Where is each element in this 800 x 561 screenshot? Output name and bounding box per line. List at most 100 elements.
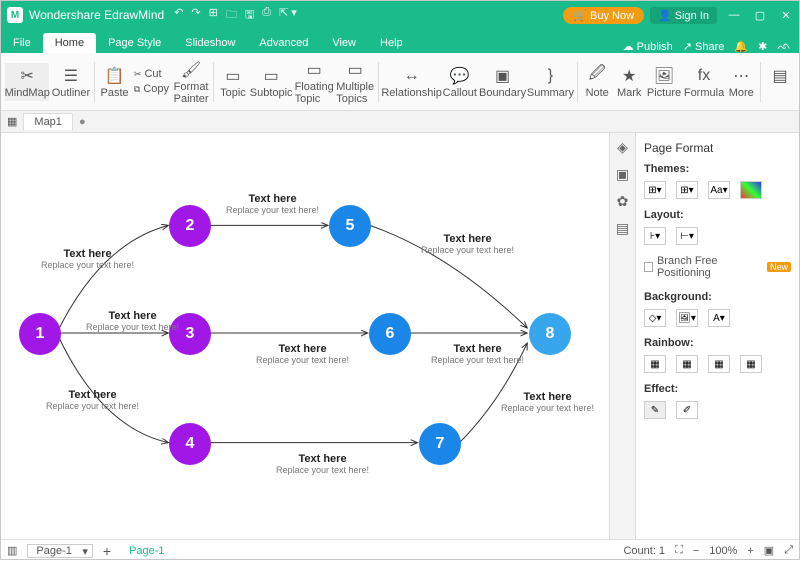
panel-tab-page-icon[interactable]: ▤ <box>616 220 629 237</box>
effect-chip[interactable]: ✐ <box>676 401 698 419</box>
more-button[interactable]: ⋯More <box>726 63 756 101</box>
layout-chip[interactable]: ⊢▾ <box>676 227 698 245</box>
node-7[interactable]: 7 <box>419 423 461 465</box>
save-icon[interactable]: 🖫 <box>245 6 254 25</box>
app-logo: M <box>7 7 23 23</box>
canvas[interactable]: 1 2 3 4 5 6 7 8 Text hereReplace your te… <box>1 133 609 539</box>
page-selector[interactable]: Page-1 <box>27 544 92 558</box>
tab-file[interactable]: File <box>1 33 43 53</box>
quick-access-toolbar: ↶ ↷ ⊞ 🗀 🖫 ⎙ ⇱ ▾ <box>174 6 297 25</box>
callout-button[interactable]: 💬Callout <box>442 63 478 101</box>
undo-icon[interactable]: ↶ <box>174 6 183 25</box>
cut-button[interactable]: ✂ Cut <box>132 67 171 81</box>
menu-bar: File Home Page Style Slideshow Advanced … <box>1 29 799 53</box>
print-icon[interactable]: ⎙ <box>262 6 271 25</box>
share-button[interactable]: ↗ Share <box>683 40 725 53</box>
node-6[interactable]: 6 <box>369 313 411 355</box>
theme-chip[interactable]: ⊞▾ <box>644 181 666 199</box>
pages-icon[interactable]: ▥ <box>7 544 17 557</box>
edge-label: Text hereReplace your text here! <box>431 343 524 365</box>
node-1[interactable]: 1 <box>19 313 61 355</box>
formula-button[interactable]: fxFormula <box>684 63 724 101</box>
font-chip[interactable]: Aa▾ <box>708 181 730 199</box>
color-chip[interactable] <box>740 181 762 199</box>
rainbow-chip[interactable]: ▦ <box>708 355 730 373</box>
new-icon[interactable]: ⊞ <box>209 6 218 25</box>
node-5[interactable]: 5 <box>329 205 371 247</box>
outliner-button[interactable]: ☰Outliner <box>51 63 90 101</box>
floating-topic-button[interactable]: ▭Floating Topic <box>294 57 334 107</box>
panel-tab-style-icon[interactable]: ✿ <box>617 193 629 210</box>
rainbow-chip[interactable]: ▦ <box>740 355 762 373</box>
mindmap-button[interactable]: ✂MindMap <box>5 63 49 101</box>
branch-free-checkbox[interactable]: Branch Free PositioningNew <box>644 255 791 279</box>
format-painter-button[interactable]: 🖌Format Painter <box>173 57 209 107</box>
open-icon[interactable]: 🗀 <box>226 6 237 25</box>
close-tab-icon[interactable]: ● <box>79 116 86 128</box>
sign-in-button[interactable]: 👤Sign In <box>650 7 717 24</box>
document-tab[interactable]: Map1 <box>23 113 73 130</box>
app-title: Wondershare EdrawMind <box>29 8 164 22</box>
tab-page-style[interactable]: Page Style <box>96 33 173 53</box>
summary-button[interactable]: }Summary <box>527 63 573 101</box>
rainbow-label: Rainbow: <box>644 337 791 349</box>
tab-slideshow[interactable]: Slideshow <box>173 33 247 53</box>
effect-chip[interactable]: ✎ <box>644 401 666 419</box>
multiple-topics-button[interactable]: ▭Multiple Topics <box>336 57 375 107</box>
relationship-button[interactable]: ↔Relationship <box>383 63 440 101</box>
theme-chip[interactable]: ⊞▾ <box>676 181 698 199</box>
close-icon[interactable]: ✕ <box>779 9 793 22</box>
align-button[interactable]: ▤ <box>765 63 795 101</box>
edge-label: Text hereReplace your text here! <box>226 193 319 215</box>
tab-advanced[interactable]: Advanced <box>247 33 320 53</box>
zoom-out-button[interactable]: − <box>693 545 699 557</box>
minimize-icon[interactable]: — <box>727 9 741 22</box>
watermark-chip[interactable]: A▾ <box>708 309 730 327</box>
topic-button[interactable]: ▭Topic <box>218 63 248 101</box>
redo-icon[interactable]: ↷ <box>191 6 200 25</box>
publish-button[interactable]: ☁ Publish <box>623 40 673 53</box>
rainbow-chip[interactable]: ▦ <box>676 355 698 373</box>
export-icon[interactable]: ⇱ ▾ <box>279 6 297 25</box>
page-format-panel: ◈ ▣ ✿ ▤ Page Format Themes: ⊞▾ ⊞▾ Aa▾ La… <box>609 133 799 539</box>
rainbow-chip[interactable]: ▦ <box>644 355 666 373</box>
node-2[interactable]: 2 <box>169 205 211 247</box>
view-mode-icon[interactable]: ▣ <box>764 544 774 557</box>
paste-button[interactable]: 📋Paste <box>99 63 130 101</box>
fit-icon[interactable]: ⛶ <box>675 544 683 557</box>
panel-tab-layout-icon[interactable]: ▣ <box>616 166 629 183</box>
boundary-button[interactable]: ▣Boundary <box>480 63 526 101</box>
bg-image-chip[interactable]: 🖼▾ <box>676 309 698 327</box>
picture-button[interactable]: 🖼Picture <box>646 63 682 101</box>
tab-help[interactable]: Help <box>368 33 415 53</box>
edge-label: Text hereReplace your text here! <box>256 343 349 365</box>
edge-label: Text hereReplace your text here! <box>421 233 514 255</box>
fullscreen-icon[interactable]: ⤢ <box>784 544 793 557</box>
mark-button[interactable]: ★Mark <box>614 63 644 101</box>
edge-label: Text hereReplace your text here! <box>86 310 179 332</box>
node-8[interactable]: 8 <box>529 313 571 355</box>
buy-now-button[interactable]: 🛒Buy Now <box>563 7 644 24</box>
settings-icon[interactable]: ✱ <box>758 40 767 53</box>
add-page-button[interactable]: + <box>103 543 111 559</box>
edge-label: Text hereReplace your text here! <box>276 453 369 475</box>
layout-label: Layout: <box>644 209 791 221</box>
panel-tab-theme-icon[interactable]: ◈ <box>617 139 628 156</box>
zoom-in-button[interactable]: + <box>747 545 753 557</box>
notification-icon[interactable]: 🔔 <box>734 40 748 53</box>
subtopic-button[interactable]: ▭Subtopic <box>250 63 292 101</box>
node-4[interactable]: 4 <box>169 423 211 465</box>
note-button[interactable]: 🖉Note <box>582 63 612 101</box>
edge-label: Text hereReplace your text here! <box>501 391 594 413</box>
tab-view[interactable]: View <box>320 33 368 53</box>
count-label: Count: 1 <box>623 545 665 557</box>
layout-chip[interactable]: ⊦▾ <box>644 227 666 245</box>
copy-button[interactable]: ⧉ Copy <box>132 82 171 96</box>
zoom-level: 100% <box>709 545 737 557</box>
collapse-ribbon-icon[interactable]: ᨒ <box>777 40 791 53</box>
page-tab[interactable]: Page-1 <box>121 545 172 557</box>
tab-list-icon[interactable]: ▦ <box>7 115 17 128</box>
tab-home[interactable]: Home <box>43 33 96 53</box>
bg-color-chip[interactable]: ◇▾ <box>644 309 666 327</box>
maximize-icon[interactable]: ▢ <box>753 9 767 22</box>
